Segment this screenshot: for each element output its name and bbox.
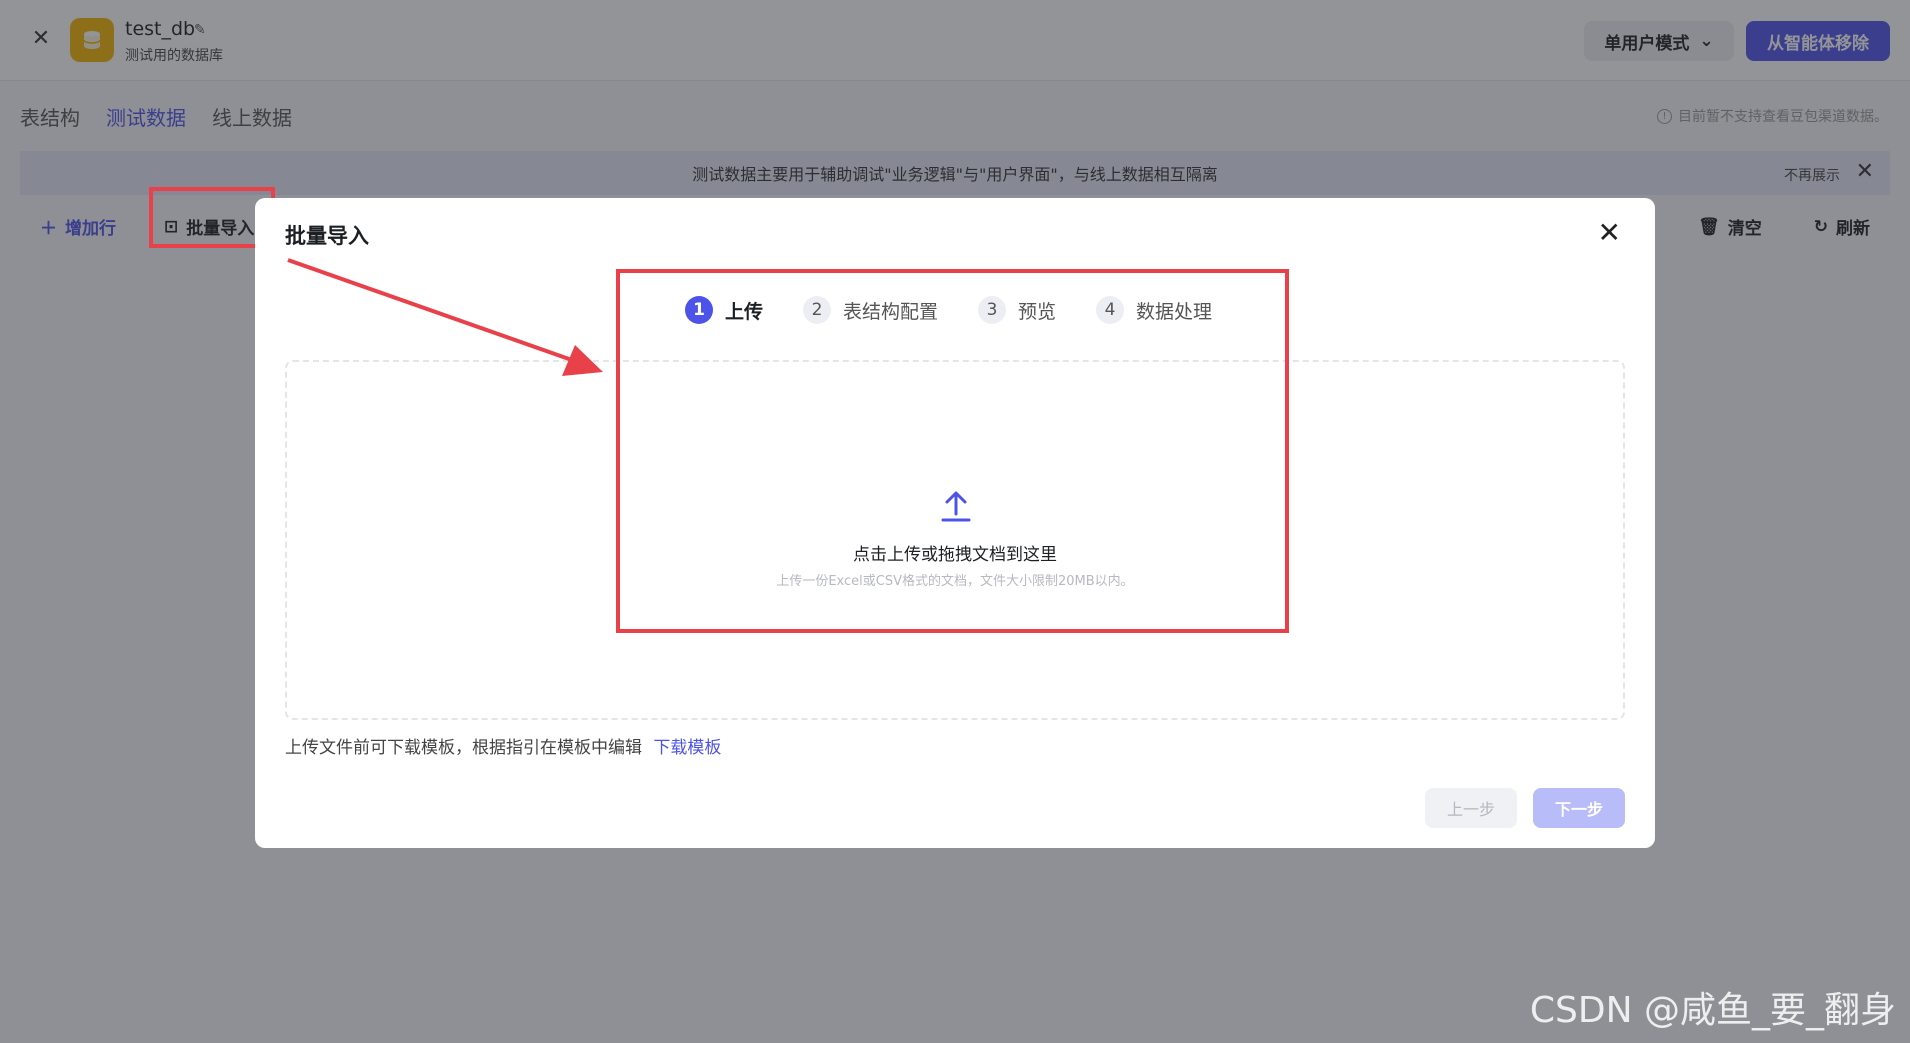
annotation-arrow (287, 258, 603, 376)
